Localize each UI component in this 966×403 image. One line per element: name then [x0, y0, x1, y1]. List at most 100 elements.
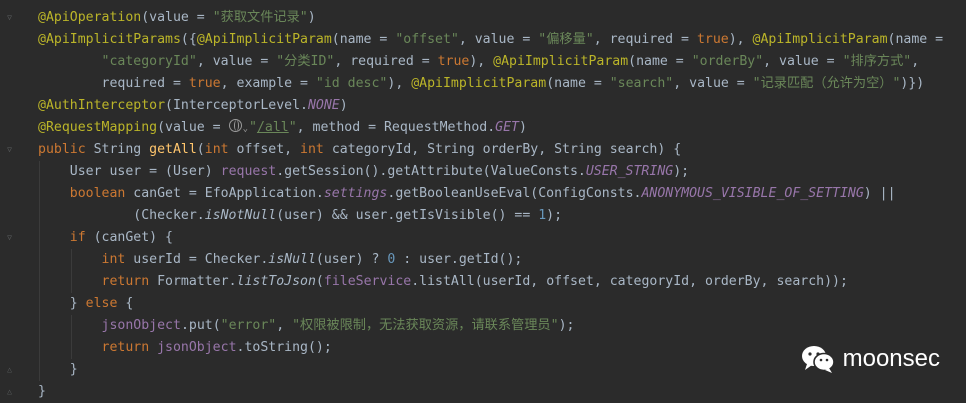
code-token: (canGet) {: [93, 230, 173, 245]
code-token: ({: [180, 32, 197, 47]
code-line[interactable]: @AuthInterceptor(InterceptorLevel.NONE): [38, 95, 966, 117]
fold-marker-icon[interactable]: △: [5, 387, 14, 396]
code-token: "orderBy": [691, 54, 764, 69]
fold-marker-icon[interactable]: △: [5, 365, 14, 374]
code-token: @ApiImplicitParam: [411, 76, 547, 91]
code-token: listToJson: [236, 274, 316, 289]
code-token: int: [300, 142, 332, 157]
code-token: (name =: [546, 76, 610, 91]
code-token: (value =: [157, 120, 229, 135]
code-token: (: [315, 274, 324, 289]
code-line[interactable]: @RequestMapping(value = ⌄"/all", method …: [38, 117, 966, 139]
code-line[interactable]: jsonObject.put("error", "权限被限制，无法获取资源，请联…: [38, 315, 966, 337]
code-line[interactable]: return Formatter.listToJson(fileService.…: [38, 271, 966, 293]
indent-guide: [39, 293, 40, 315]
code-line[interactable]: @ApiOperation(value = "获取文件记录"): [38, 7, 966, 29]
code-token: );: [558, 318, 575, 333]
web-endpoint-icon[interactable]: [228, 119, 242, 132]
code-token: int: [204, 142, 237, 157]
code-token: ),: [387, 76, 412, 91]
code-token: (: [196, 142, 205, 157]
chevron-down-icon[interactable]: ⌄: [243, 124, 248, 134]
code-line[interactable]: boolean canGet = EfoApplication.settings…: [38, 183, 966, 205]
code-token: "search": [609, 76, 674, 91]
code-token: , method = RequestMethod.: [296, 120, 496, 135]
code-token: @RequestMapping: [38, 120, 158, 135]
code-line[interactable]: (Checker.isNotNull(user) && user.getIsVi…: [38, 205, 966, 227]
code-token: offset,: [236, 142, 301, 157]
code-line[interactable]: public String getAll(int offset, int cat…: [38, 139, 966, 161]
code-token: );: [546, 208, 563, 223]
watermark-text: moonsec: [842, 345, 940, 372]
code-token: true: [437, 54, 470, 69]
code-token: : user.getId();: [395, 252, 523, 267]
code-line[interactable]: } else {: [38, 293, 966, 315]
code-token: userId = Checker.: [133, 252, 269, 267]
code-line[interactable]: "categoryId", value = "分类ID", required =…: [38, 51, 966, 73]
code-token: "id desc": [315, 76, 388, 91]
code-token: 1: [538, 208, 547, 223]
code-token: ),: [469, 54, 494, 69]
fold-marker-icon[interactable]: ▽: [5, 233, 14, 242]
code-token: "error": [220, 318, 277, 333]
code-token: if: [69, 230, 94, 245]
code-line[interactable]: int userId = Checker.isNull(user) ? 0 : …: [38, 249, 966, 271]
code-token: required =: [38, 76, 189, 91]
code-token: (value =: [141, 10, 213, 25]
indent-guide: [70, 249, 72, 271]
code-token: "排序方式": [842, 54, 912, 69]
code-token: true: [188, 76, 221, 91]
code-token: GET: [495, 120, 519, 135]
code-token: String: [93, 142, 150, 157]
indent-guide: [39, 183, 40, 205]
code-token: else: [85, 296, 126, 311]
code-token: , value =: [196, 54, 277, 69]
indent-guide: [70, 315, 72, 337]
watermark: moonsec: [801, 344, 940, 374]
code-token: isNotNull: [204, 208, 277, 223]
code-token: request: [220, 164, 277, 179]
code-line[interactable]: @ApiImplicitParams({@ApiImplicitParam(na…: [38, 29, 966, 51]
code-token: .put(: [180, 318, 221, 333]
indent-guide: [39, 359, 40, 381]
code-token: (name =: [887, 32, 944, 47]
code-token: ),: [728, 32, 753, 47]
code-line[interactable]: required = true, example = "id desc"), @…: [38, 73, 966, 95]
code-token: , required =: [593, 32, 697, 47]
code-token: public: [38, 142, 94, 157]
code-token: {: [125, 296, 134, 311]
code-token: (name =: [628, 54, 692, 69]
code-token: "获取文件记录": [212, 10, 308, 25]
fold-marker-icon[interactable]: ▽: [5, 145, 14, 154]
code-line[interactable]: if (canGet) {: [38, 227, 966, 249]
indent-guide: [39, 271, 40, 293]
code-token: boolean: [69, 186, 134, 201]
code-line[interactable]: User user = (User) request.getSession().…: [38, 161, 966, 183]
editor-gutter: [0, 0, 22, 400]
code-token: categoryId, String orderBy, String searc…: [331, 142, 682, 157]
code-token: , value =: [673, 76, 753, 91]
code-token: "categoryId": [101, 54, 197, 69]
code-token: .listAll(userId, offset, categoryId, ord…: [411, 274, 848, 289]
code-token: .getSession().getAttribute(ValueConsts.: [276, 164, 586, 179]
code-token: @ApiOperation: [38, 10, 142, 25]
code-token: .toString();: [236, 340, 332, 355]
code-token: User user = (User): [38, 164, 221, 179]
code-token: settings: [323, 186, 388, 201]
code-token: , example =: [220, 76, 316, 91]
code-token: int: [101, 252, 134, 267]
indent-guide: [70, 337, 72, 359]
fold-marker-icon[interactable]: ▽: [5, 13, 14, 22]
code-token: "分类ID": [276, 54, 335, 69]
code-token: (Checker.: [38, 208, 205, 223]
code-token: jsonObject: [157, 340, 237, 355]
indent-guide: [39, 337, 40, 359]
code-token: true: [696, 32, 729, 47]
